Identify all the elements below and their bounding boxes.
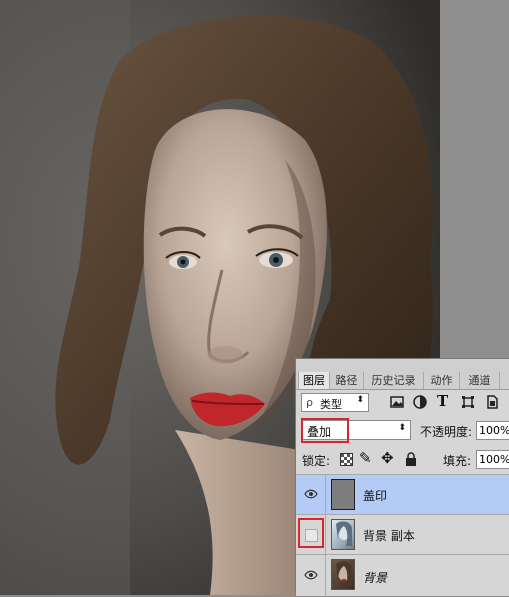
opacity-label: 不透明度: [420,425,473,439]
type-filter-icon[interactable]: T [437,392,453,410]
tab-actions[interactable]: 动作 [424,372,460,389]
smart-object-filter-icon[interactable] [484,394,500,410]
tab-history[interactable]: 历史记录 [364,372,424,389]
visibility-toggle[interactable] [296,555,326,597]
layer-row[interactable]: 背景 副本 [296,514,509,554]
filter-kind-label: 类型 [320,398,342,411]
layer-name: 盖印 [363,489,388,503]
eye-icon [304,570,318,580]
layer-thumbnail [331,559,355,590]
lock-transparent-pixels-icon[interactable] [340,453,353,466]
tab-layers[interactable]: 图层 [298,372,330,389]
lock-label: 锁定: [302,454,331,468]
tab-channels[interactable]: 通道 [460,372,500,389]
brush-lock-icon[interactable]: ✎ [359,449,372,467]
lock-all-icon[interactable] [405,452,417,466]
image-filter-icon[interactable] [389,394,405,410]
canvas-gray-area [440,0,509,360]
layer-name: 背景 [363,571,388,585]
tab-paths[interactable]: 路径 [330,372,364,389]
layer-thumbnail [331,479,355,510]
search-icon: ρ [306,396,313,409]
fill-label: 填充: [443,454,472,468]
chevron-updown-icon: ⬍ [356,395,364,405]
portrait-thumbnail [336,521,352,546]
move-lock-icon[interactable]: ✥ [381,449,394,467]
layer-name: 背景 副本 [363,529,415,543]
portrait-thumbnail [336,561,352,586]
visibility-toggle[interactable] [296,475,326,514]
filter-kind-dropdown[interactable]: ρ 类型 ⬍ [301,393,369,412]
highlight-box-blend-mode [301,418,349,443]
adjustment-filter-icon[interactable] [412,394,428,410]
shape-filter-icon[interactable] [460,394,476,410]
layer-row[interactable]: 盖印 [296,474,509,514]
layer-row[interactable]: 背景 [296,554,509,597]
layers-panel: 图层 路径 历史记录 动作 通道 ρ 类型 ⬍ T 叠加 ⬍ 不透明度: 锁定:… [295,358,509,597]
opacity-input[interactable] [476,421,509,440]
chevron-updown-icon: ⬍ [398,423,406,433]
fill-input[interactable] [476,450,509,469]
eye-icon [304,489,318,499]
panel-tabs: 图层 路径 历史记录 动作 通道 [296,359,509,390]
highlight-box-visibility [298,518,324,548]
layer-thumbnail [331,519,355,550]
